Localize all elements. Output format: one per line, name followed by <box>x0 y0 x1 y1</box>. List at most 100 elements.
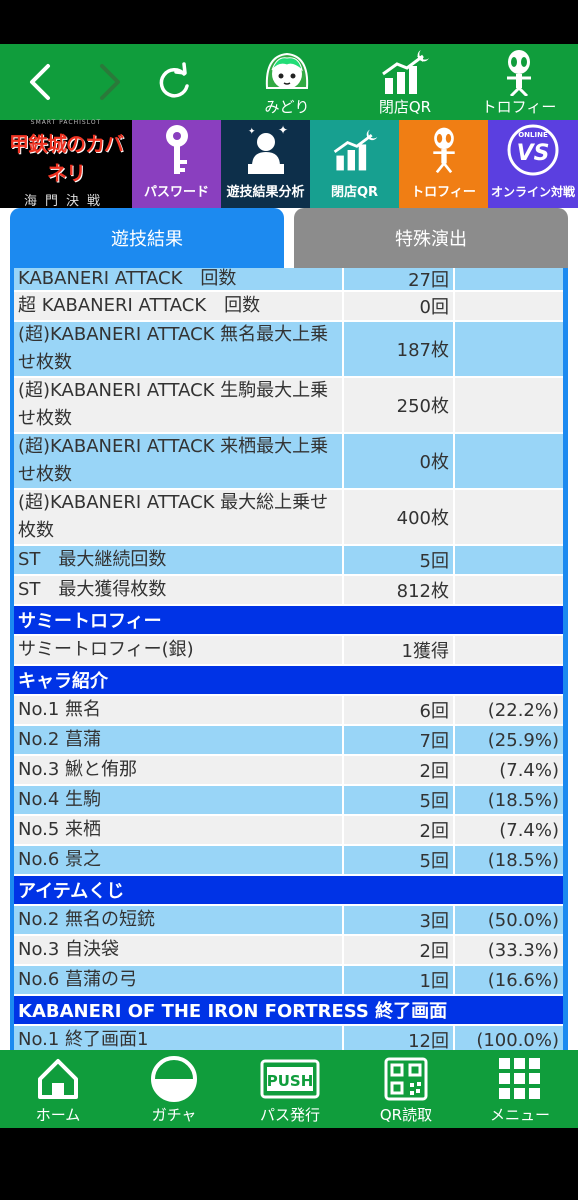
row-label: ST 最大獲得枚数 <box>14 576 342 604</box>
closing-qr-tile[interactable]: 閉店QR <box>310 120 399 208</box>
back-arrow-button[interactable] <box>18 58 66 106</box>
table-row: ST 最大継続回数 5回 <box>14 546 563 576</box>
closing-qr-label: 閉店QR <box>378 98 432 116</box>
key-icon <box>132 120 221 180</box>
chevron-right-icon <box>100 64 120 100</box>
alien-trophy-icon <box>474 48 564 96</box>
row-value: 250枚 <box>342 378 453 432</box>
row-value: 27回 <box>342 268 453 291</box>
chart-moon-icon <box>310 120 399 180</box>
row-label: No.6 景之 <box>14 846 342 874</box>
table-row: No.2 菖蒲 7回 (25.9%) <box>14 726 563 756</box>
row-label: No.3 自決袋 <box>14 936 342 964</box>
row-percent: (25.9%) <box>453 726 563 754</box>
svg-text:ONLINE: ONLINE <box>518 131 548 139</box>
row-value: 3回 <box>342 906 453 934</box>
tab-special-effects[interactable]: 特殊演出 <box>294 208 568 268</box>
midori-character-icon <box>242 48 332 96</box>
row-value: 812枚 <box>342 576 453 604</box>
row-value: 0枚 <box>342 434 453 488</box>
row-label: No.2 菖蒲 <box>14 726 342 754</box>
svg-text:✦: ✦ <box>278 123 288 137</box>
section-header: KABANERI OF THE IRON FORTRESS 終了画面 <box>14 996 563 1026</box>
midori-button[interactable]: みどり <box>242 48 332 118</box>
play-analysis-tile-label: 遊技結果分析 <box>226 185 305 200</box>
table-row: サミートロフィー(銀) 1獲得 <box>14 636 563 666</box>
home-button[interactable]: ホーム <box>8 1054 108 1126</box>
table-row: No.6 菖蒲の弓 1回 (16.6%) <box>14 966 563 996</box>
table-row: No.1 無名 6回 (22.2%) <box>14 696 563 726</box>
row-label: サミートロフィー(銀) <box>14 636 342 664</box>
table-row: No.6 景之 5回 (18.5%) <box>14 846 563 876</box>
midori-label: みどり <box>264 98 310 116</box>
row-value: 1獲得 <box>342 636 453 664</box>
row-percent: (18.5%) <box>453 846 563 874</box>
section-header: アイテムくじ <box>14 876 563 906</box>
svg-text:VS: VS <box>517 141 550 166</box>
issue-pass-button[interactable]: PUSH パス発行 <box>240 1054 340 1126</box>
trophy-nav-label: トロフィー <box>481 98 557 116</box>
row-percent <box>453 636 563 664</box>
game-logo[interactable]: SMART PACHISLOT 甲鉄城のカバネリ 海門決戦 <box>0 119 132 209</box>
logo-main-text: 甲鉄城のカバネリ <box>9 132 124 185</box>
row-percent <box>453 322 563 376</box>
table-row: No.3 自決袋 2回 (33.3%) <box>14 936 563 966</box>
row-percent: (22.2%) <box>453 696 563 724</box>
tab-play-results[interactable]: 遊技結果 <box>10 208 284 268</box>
row-value: 0回 <box>342 292 453 320</box>
row-label: (超)KABANERI ATTACK 無名最大上乗せ枚数 <box>14 322 342 376</box>
reload-icon <box>159 62 189 98</box>
row-percent <box>453 434 563 488</box>
row-percent <box>453 490 563 544</box>
row-value: 2回 <box>342 816 453 844</box>
table-row: No.5 来栖 2回 (7.4%) <box>14 816 563 846</box>
gacha-label: ガチャ <box>151 1106 197 1124</box>
online-battle-tile[interactable]: ONLINE VS オンライン対戦 <box>488 120 578 208</box>
row-label: No.5 来栖 <box>14 816 342 844</box>
table-row: No.2 無名の短銃 3回 (50.0%) <box>14 906 563 936</box>
reload-button[interactable] <box>150 58 198 106</box>
table-row: 超 KABANERI ATTACK 回数 0回 <box>14 292 563 322</box>
qr-code-icon <box>356 1054 456 1104</box>
closing-qr-button[interactable]: 閉店QR <box>360 48 450 118</box>
row-value: 12回 <box>342 1026 453 1050</box>
forward-arrow-button[interactable] <box>84 58 132 106</box>
trophy-tile[interactable]: トロフィー <box>399 120 488 208</box>
gacha-button[interactable]: ガチャ <box>124 1054 224 1126</box>
table-row: (超)KABANERI ATTACK 無名最大上乗せ枚数 187枚 <box>14 322 563 378</box>
row-percent: (7.4%) <box>453 816 563 844</box>
section-header: サミートロフィー <box>14 606 563 636</box>
row-percent: (7.4%) <box>453 756 563 784</box>
row-percent: (16.6%) <box>453 966 563 994</box>
svg-text:✦: ✦ <box>248 127 256 137</box>
row-label: No.6 菖蒲の弓 <box>14 966 342 994</box>
chart-moon-icon <box>360 48 450 96</box>
row-value: 2回 <box>342 936 453 964</box>
row-label: (超)KABANERI ATTACK 来栖最大上乗せ枚数 <box>14 434 342 488</box>
home-label: ホーム <box>35 1106 81 1124</box>
play-analysis-tile[interactable]: ✦ ✦ 遊技結果分析 <box>221 120 310 208</box>
trophy-tile-label: トロフィー <box>411 185 476 200</box>
table-row: No.1 終了画面1 12回 (100.0%) <box>14 1026 563 1050</box>
menu-tiles-row: SMART PACHISLOT 甲鉄城のカバネリ 海門決戦 パスワード ✦ ✦ … <box>0 119 578 209</box>
table-row: No.3 鰍と侑那 2回 (7.4%) <box>14 756 563 786</box>
section-header: キャラ紹介 <box>14 666 563 696</box>
password-tile[interactable]: パスワード <box>132 120 221 208</box>
menu-button[interactable]: メニュー <box>470 1054 570 1126</box>
row-label: No.4 生駒 <box>14 786 342 814</box>
row-label: (超)KABANERI ATTACK 生駒最大上乗せ枚数 <box>14 378 342 432</box>
row-percent <box>453 292 563 320</box>
row-value: 5回 <box>342 546 453 574</box>
row-value: 1回 <box>342 966 453 994</box>
status-bar <box>0 0 578 44</box>
row-label: No.1 無名 <box>14 696 342 724</box>
row-label: (超)KABANERI ATTACK 最大総上乗せ枚数 <box>14 490 342 544</box>
trophy-nav-button[interactable]: トロフィー <box>474 48 564 118</box>
bottom-nav: ホーム ガチャ PUSH パス発行 QR読取 メニュー <box>0 1050 578 1128</box>
tabs-area: 遊技結果 特殊演出 <box>0 208 578 268</box>
qr-read-button[interactable]: QR読取 <box>356 1054 456 1126</box>
row-percent: (50.0%) <box>453 906 563 934</box>
svg-text:PUSH: PUSH <box>267 1072 314 1090</box>
chevron-left-icon <box>30 64 50 100</box>
system-navigation-bar <box>0 1128 578 1200</box>
